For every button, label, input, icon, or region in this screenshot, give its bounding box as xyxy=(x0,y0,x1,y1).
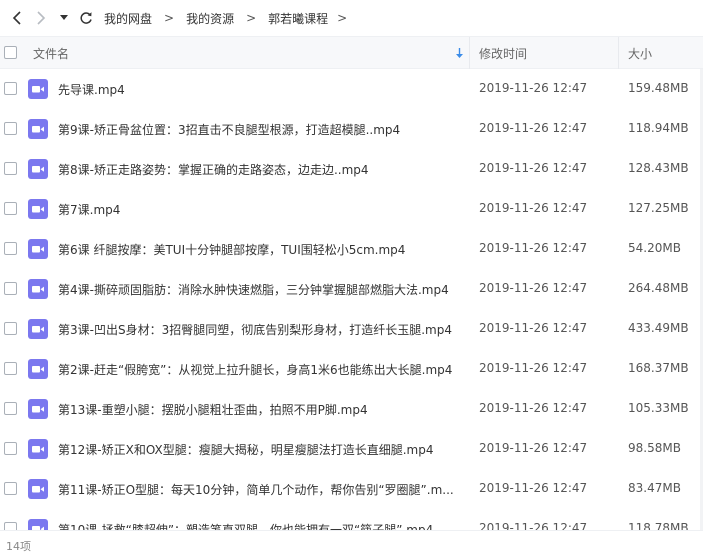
file-modified-time: 2019-11-26 12:47 xyxy=(479,401,588,415)
file-size: 118.94MB xyxy=(628,121,689,135)
file-row[interactable]: 第4课-撕碎顽固脂肪：消除水肿快速燃脂，三分钟掌握腿部燃脂大法.mp4 2019-… xyxy=(0,269,703,309)
video-file-icon xyxy=(28,279,48,299)
file-size: 159.48MB xyxy=(628,81,689,95)
file-row[interactable]: 第10课-拯救“膝超伸”：塑造笔直双腿，你也能拥有一双“筷子腿”.mp4 2019… xyxy=(0,509,703,530)
breadcrumb: 我的网盘 > 我的资源 > 郭若曦课程 > xyxy=(104,10,359,27)
sort-arrow-down-icon[interactable] xyxy=(455,47,464,59)
video-file-icon xyxy=(28,159,48,179)
item-count: 14项 xyxy=(6,540,31,553)
video-file-icon xyxy=(28,239,48,259)
file-modified-time: 2019-11-26 12:47 xyxy=(479,161,588,175)
file-modified-time: 2019-11-26 12:47 xyxy=(479,281,588,295)
file-modified-time: 2019-11-26 12:47 xyxy=(479,241,588,255)
file-size: 264.48MB xyxy=(628,281,689,295)
row-checkbox[interactable] xyxy=(4,482,17,495)
file-size: 98.58MB xyxy=(628,441,681,455)
row-checkbox[interactable] xyxy=(4,322,17,335)
file-name[interactable]: 第10课-拯救“膝超伸”：塑造笔直双腿，你也能拥有一双“筷子腿”.mp4 xyxy=(58,521,433,530)
row-checkbox[interactable] xyxy=(4,162,17,175)
column-header-name[interactable]: 文件名 xyxy=(33,45,69,62)
breadcrumb-separator: > xyxy=(246,11,257,25)
file-name[interactable]: 先导课.mp4 xyxy=(58,81,125,98)
file-row[interactable]: 第2课-赶走“假胯宽”：从视觉上拉升腿长，身高1米6也能练出大长腿.mp4 201… xyxy=(0,349,703,389)
file-list: 先导课.mp4 2019-11-26 12:47 159.48MB 第9课-矫正骨盆位… xyxy=(0,69,703,530)
column-divider[interactable] xyxy=(469,37,470,69)
video-file-icon xyxy=(28,79,48,99)
breadcrumb-item-my-drive[interactable]: 我的网盘 xyxy=(104,10,152,27)
column-header-size[interactable]: 大小 xyxy=(628,45,652,62)
chevron-right-icon xyxy=(37,11,46,25)
breadcrumb-item-course-folder[interactable]: 郭若曦课程 xyxy=(268,10,328,27)
file-row[interactable]: 第8课-矫正走路姿势：掌握正确的走路姿态，边走边..mp4 2019-11-26 … xyxy=(0,149,703,189)
file-size: 54.20MB xyxy=(628,241,681,255)
file-name[interactable]: 第12课-矫正X和OX型腿：瘦腿大揭秘，明星瘦腿法打造长直细腿.mp4 xyxy=(58,441,433,458)
refresh-icon xyxy=(80,12,92,24)
file-size: 168.37MB xyxy=(628,361,689,375)
file-row[interactable]: 第6课 纤腿按摩：美TUI十分钟腿部按摩，TUI围轻松小5cm.mp4 2019-… xyxy=(0,229,703,269)
file-row[interactable]: 第11课-矫正O型腿：每天10分钟，简单几个动作，帮你告别“罗圈腿”.m... 2… xyxy=(0,469,703,509)
file-list-header: 文件名 修改时间 大小 xyxy=(0,36,703,69)
column-header-modified[interactable]: 修改时间 xyxy=(479,45,527,62)
file-size: 83.47MB xyxy=(628,481,681,495)
file-modified-time: 2019-11-26 12:47 xyxy=(479,481,588,495)
file-row[interactable]: 第3课-凹出S身材：3招臀腿同塑，彻底告别梨形身材，打造纤长玉腿.mp4 2019… xyxy=(0,309,703,349)
row-checkbox[interactable] xyxy=(4,362,17,375)
file-row[interactable]: 第9课-矫正骨盆位置：3招直击不良腿型根源，打造超模腿..mp4 2019-11-… xyxy=(0,109,703,149)
row-checkbox[interactable] xyxy=(4,402,17,415)
file-row[interactable]: 第7课.mp4 2019-11-26 12:47 127.25MB xyxy=(0,189,703,229)
file-name[interactable]: 第4课-撕碎顽固脂肪：消除水肿快速燃脂，三分钟掌握腿部燃脂大法.mp4 xyxy=(58,281,449,298)
refresh-button[interactable] xyxy=(76,6,96,30)
video-file-icon xyxy=(28,359,48,379)
file-modified-time: 2019-11-26 12:47 xyxy=(479,321,588,335)
file-row[interactable]: 先导课.mp4 2019-11-26 12:47 159.48MB xyxy=(0,69,703,109)
column-divider[interactable] xyxy=(618,37,619,69)
row-checkbox[interactable] xyxy=(4,82,17,95)
video-file-icon xyxy=(28,199,48,219)
navigation-bar: 我的网盘 > 我的资源 > 郭若曦课程 > xyxy=(0,0,703,36)
file-size: 128.43MB xyxy=(628,161,689,175)
row-checkbox[interactable] xyxy=(4,202,17,215)
row-checkbox[interactable] xyxy=(4,282,17,295)
file-row[interactable]: 第12课-矫正X和OX型腿：瘦腿大揭秘，明星瘦腿法打造长直细腿.mp4 2019-… xyxy=(0,429,703,469)
file-size: 433.49MB xyxy=(628,321,689,335)
file-name[interactable]: 第2课-赶走“假胯宽”：从视觉上拉升腿长，身高1米6也能练出大长腿.mp4 xyxy=(58,361,452,378)
file-modified-time: 2019-11-26 12:47 xyxy=(479,361,588,375)
history-dropdown-button[interactable] xyxy=(58,6,70,30)
chevron-left-icon xyxy=(12,11,21,25)
file-modified-time: 2019-11-26 12:47 xyxy=(479,81,588,95)
file-size: 118.78MB xyxy=(628,521,689,530)
breadcrumb-separator: > xyxy=(164,11,175,25)
file-name[interactable]: 第3课-凹出S身材：3招臀腿同塑，彻底告别梨形身材，打造纤长玉腿.mp4 xyxy=(58,321,452,338)
video-file-icon xyxy=(28,439,48,459)
file-size: 127.25MB xyxy=(628,201,689,215)
video-file-icon xyxy=(28,519,48,530)
file-name[interactable]: 第7课.mp4 xyxy=(58,201,120,218)
video-file-icon xyxy=(28,319,48,339)
file-row[interactable]: 第13课-重塑小腿：摆脱小腿粗壮歪曲，拍照不用P脚.mp4 2019-11-26 … xyxy=(0,389,703,429)
row-checkbox[interactable] xyxy=(4,442,17,455)
video-file-icon xyxy=(28,119,48,139)
row-checkbox[interactable] xyxy=(4,522,17,530)
file-name[interactable]: 第13课-重塑小腿：摆脱小腿粗壮歪曲，拍照不用P脚.mp4 xyxy=(58,401,368,418)
file-modified-time: 2019-11-26 12:47 xyxy=(479,201,588,215)
file-name[interactable]: 第11课-矫正O型腿：每天10分钟，简单几个动作，帮你告别“罗圈腿”.m... xyxy=(58,481,454,498)
file-modified-time: 2019-11-26 12:47 xyxy=(479,121,588,135)
video-file-icon xyxy=(28,479,48,499)
status-bar: 14项 xyxy=(0,530,703,557)
file-name[interactable]: 第6课 纤腿按摩：美TUI十分钟腿部按摩，TUI围轻松小5cm.mp4 xyxy=(58,241,405,258)
file-name[interactable]: 第8课-矫正走路姿势：掌握正确的走路姿态，边走边..mp4 xyxy=(58,161,369,178)
file-modified-time: 2019-11-26 12:47 xyxy=(479,441,588,455)
caret-down-icon xyxy=(60,15,68,20)
forward-button[interactable] xyxy=(32,6,50,30)
file-name[interactable]: 第9课-矫正骨盆位置：3招直击不良腿型根源，打造超模腿..mp4 xyxy=(58,121,400,138)
row-checkbox[interactable] xyxy=(4,242,17,255)
back-button[interactable] xyxy=(8,6,26,30)
select-all-checkbox[interactable] xyxy=(4,46,17,59)
breadcrumb-item-my-resources[interactable]: 我的资源 xyxy=(186,10,234,27)
breadcrumb-separator: > xyxy=(337,11,348,25)
file-size: 105.33MB xyxy=(628,401,689,415)
row-checkbox[interactable] xyxy=(4,122,17,135)
video-file-icon xyxy=(28,399,48,419)
file-modified-time: 2019-11-26 12:47 xyxy=(479,521,588,530)
